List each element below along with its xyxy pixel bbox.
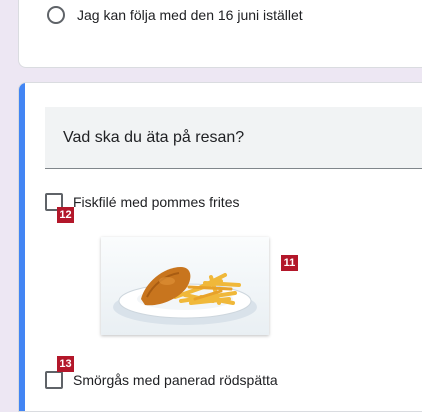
radio-option-label: Jag kan följa med den 16 juni istället [77,7,303,23]
marker-badge: 13 [57,356,74,372]
radio-option[interactable]: Jag kan följa med den 16 juni istället [47,6,303,24]
question-card: Vad ska du äta på resan? Fiskfilé med po… [18,82,422,412]
active-card-indicator [19,83,25,411]
checkbox[interactable] [45,371,63,389]
previous-question-card: Jag kan följa med den 16 juni istället [18,0,422,68]
checkbox-option-2[interactable]: Smörgås med panerad rödspätta [45,371,278,389]
checkbox-option-1[interactable]: Fiskfilé med pommes frites [45,193,239,211]
checkbox-option-label: Fiskfilé med pommes frites [73,194,240,210]
checkbox-option-label: Smörgås med panerad rödspätta [73,372,278,388]
radio-button[interactable] [47,6,65,24]
fish-and-chips-image [101,237,269,335]
marker-badge: 12 [57,207,74,223]
marker-badge: 11 [281,255,298,271]
fish-and-chips-illustration [113,267,257,325]
question-title: Vad ska du äta på resan? [63,129,245,146]
question-title-field[interactable]: Vad ska du äta på resan? [45,107,422,169]
